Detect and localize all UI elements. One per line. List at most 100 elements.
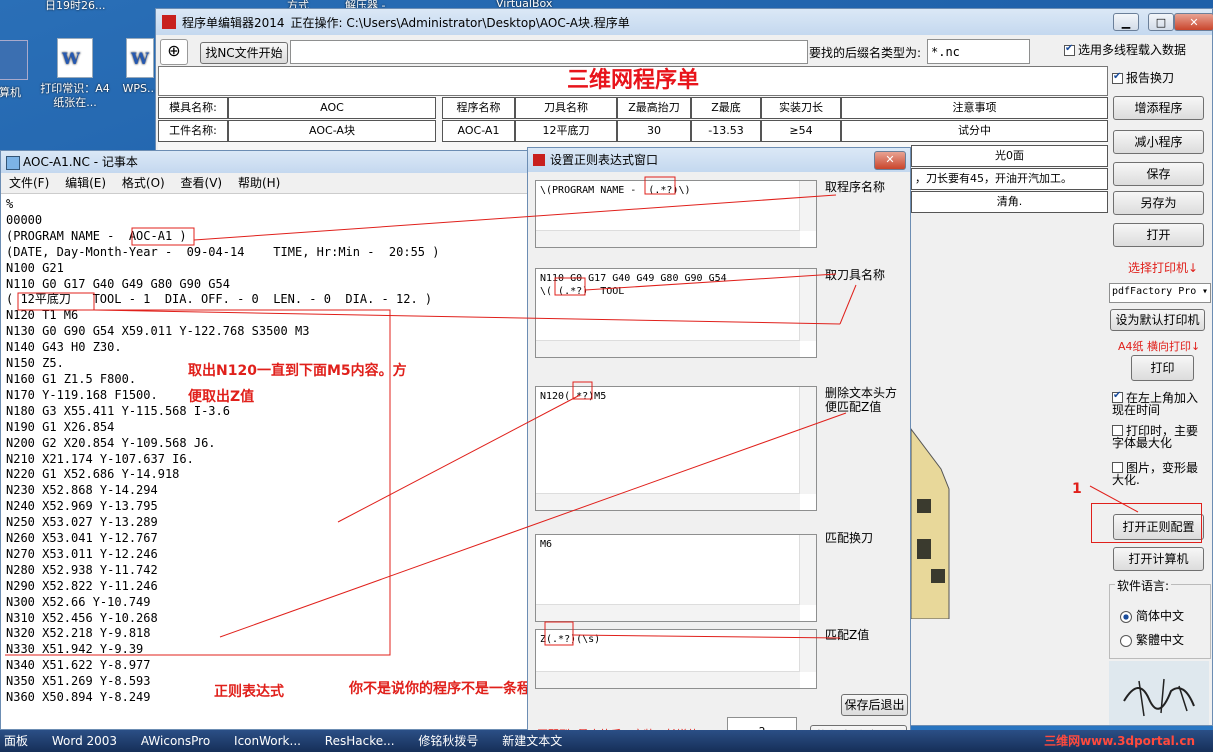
checkbox-label: 在左上角加入现在时间 xyxy=(1112,391,1199,417)
computer-icon xyxy=(0,40,28,80)
scrollbar[interactable] xyxy=(799,535,816,605)
wps-shortcut-icon: W xyxy=(126,38,154,78)
regex-text: M6 xyxy=(540,539,553,550)
cell-z-min[interactable]: -13.53 xyxy=(691,120,761,142)
crosshair-icon[interactable]: ⊕ xyxy=(160,39,188,65)
wps-doc-icon: W xyxy=(57,38,93,78)
checkbox-label: 图片，变形最大化. xyxy=(1112,461,1199,487)
scrollbar[interactable] xyxy=(536,230,800,247)
printer-select[interactable]: pdfFactory Pro ▾ xyxy=(1109,283,1211,303)
col-notes: 注意事项 xyxy=(841,97,1108,119)
col-tool-name: 刀具名称 xyxy=(515,97,617,119)
scrollbar[interactable] xyxy=(799,630,816,672)
maximize-button[interactable]: □ xyxy=(1148,13,1174,31)
dialog-app-icon xyxy=(533,154,545,166)
cell-z-max[interactable]: 30 xyxy=(617,120,691,142)
add-program-button[interactable]: 增添程序 xyxy=(1113,96,1204,120)
regex-tool-name-input[interactable]: N110 G0 G17 G40 G49 G80 G90 G54 \( (.*?)… xyxy=(535,268,817,358)
scrollbar[interactable] xyxy=(536,604,800,621)
operating-path: 正在操作: C:\Users\Administrator\Desktop\AOC… xyxy=(290,15,630,30)
printer-select-value: pdfFactory Pro xyxy=(1112,286,1197,297)
regex-strip-header-input[interactable]: N120(.*?)M5 xyxy=(535,386,817,511)
scrollbar[interactable] xyxy=(536,340,800,357)
nc-path-input[interactable] xyxy=(290,40,808,64)
scrollbar[interactable] xyxy=(536,493,800,510)
taskbar-item[interactable]: 修铭秋拨号 xyxy=(418,734,478,748)
image-max-checkbox[interactable]: 图片，变形最大化. xyxy=(1112,462,1207,486)
notepad-window: AOC-A1.NC - 记事本 文件(F) 编辑(E) 格式(O) 查看(V) … xyxy=(0,150,643,730)
save-as-button[interactable]: 另存为 xyxy=(1113,191,1204,215)
set-default-printer-button[interactable]: 设为默认打印机 xyxy=(1110,309,1205,331)
chevron-down-icon: ▾ xyxy=(1201,286,1208,297)
notepad-icon xyxy=(6,156,20,170)
checkbox-icon xyxy=(1112,71,1123,84)
cell-tool-length[interactable]: ≥54 xyxy=(761,120,841,142)
model-preview xyxy=(911,428,950,619)
report-tool-change-checkbox[interactable]: 报告换刀 xyxy=(1112,69,1174,86)
notepad-title: AOC-A1.NC - 记事本 xyxy=(23,155,138,169)
note-line-2[interactable]: ，刀长要有45，开油开汽加工。 xyxy=(911,168,1108,190)
col-z-min: Z最底 xyxy=(691,97,761,119)
part-label: 工件名称: xyxy=(158,120,228,142)
radio-label: 繁體中文 xyxy=(1136,633,1185,647)
menu-help[interactable]: 帮助(H) xyxy=(238,176,280,190)
note-line-1[interactable]: 光0面 xyxy=(911,145,1108,167)
menu-edit[interactable]: 编辑(E) xyxy=(65,176,106,190)
ext-input[interactable]: *.nc xyxy=(927,39,1030,64)
find-nc-button[interactable]: 找NC文件开始 xyxy=(200,42,288,64)
taskbar-item[interactable]: 新建文本文 xyxy=(502,734,562,748)
mold-value[interactable]: AOC xyxy=(228,97,436,119)
desktop-icon-label: WPS... xyxy=(122,82,158,95)
dialog-close-button[interactable]: ✕ xyxy=(874,151,906,170)
taskbar-item[interactable]: ResHacke... xyxy=(325,734,395,748)
regex-text: \(PROGRAM NAME - (.*?)\) xyxy=(540,185,691,196)
scrollbar[interactable] xyxy=(799,181,816,231)
regex-text: N120(.*?)M5 xyxy=(540,391,607,402)
regex-z-value-input[interactable]: Z(.*?)(\s) xyxy=(535,629,817,689)
taskbar-item[interactable]: IconWork... xyxy=(234,734,301,748)
open-calculator-button[interactable]: 打开计算机 xyxy=(1113,547,1204,571)
desktop-icon-computer[interactable]: 算机 xyxy=(0,40,30,100)
cell-tool-name[interactable]: 12平底刀 xyxy=(515,120,617,142)
regex-tool-change-input[interactable]: M6 xyxy=(535,534,817,622)
save-exit-button[interactable]: 保存后退出 xyxy=(841,694,908,716)
menu-view[interactable]: 查看(V) xyxy=(181,176,223,190)
number-annotation: 1 xyxy=(1072,481,1082,497)
taskbar-item[interactable]: 面板 xyxy=(4,734,28,748)
taskbar: 面板 Word 2003 AWiconsPro IconWork... ResH… xyxy=(0,730,1213,752)
print-button[interactable]: 打印 xyxy=(1131,355,1194,381)
close-button[interactable]: ✕ xyxy=(1174,13,1213,31)
label-tool-change: 匹配换刀 xyxy=(825,531,874,545)
checkbox-icon xyxy=(1112,390,1123,403)
annotation-extract-line2: 便取出Z值 xyxy=(188,389,255,405)
checkbox-icon xyxy=(1112,425,1123,436)
part-value[interactable]: AOC-A块 xyxy=(228,120,436,142)
highlight-box xyxy=(1091,503,1202,543)
save-button[interactable]: 保存 xyxy=(1113,162,1204,186)
lang-simplified-radio[interactable]: 简体中文 xyxy=(1120,607,1184,624)
taskbar-item[interactable]: Word 2003 xyxy=(52,734,117,748)
multithread-checkbox[interactable]: 选用多线程载入数据 xyxy=(1064,41,1186,58)
notepad-text[interactable]: % 00000 (PROGRAM NAME - AOC-A1 ) (DATE, … xyxy=(1,194,527,706)
open-button[interactable]: 打开 xyxy=(1113,223,1204,247)
scrollbar[interactable] xyxy=(536,671,800,688)
main-title-bar: 程序单编辑器2014 正在操作: C:\Users\Administrator\… xyxy=(156,9,1212,35)
menu-format[interactable]: 格式(O) xyxy=(122,176,165,190)
scrollbar[interactable] xyxy=(799,269,816,341)
add-time-checkbox[interactable]: 在左上角加入现在时间 xyxy=(1112,390,1207,417)
max-font-checkbox[interactable]: 打印时，主要字体最大化 xyxy=(1112,425,1207,449)
menu-file[interactable]: 文件(F) xyxy=(9,176,49,190)
regex-program-name-input[interactable]: \(PROGRAM NAME - (.*?)\) xyxy=(535,180,817,248)
remove-program-button[interactable]: 减小程序 xyxy=(1113,130,1204,154)
lang-traditional-radio[interactable]: 繁體中文 xyxy=(1120,631,1184,648)
label-tool-name: 取刀具名称 xyxy=(825,268,886,282)
taskbar-item[interactable]: AWiconsPro xyxy=(141,734,210,748)
desktop-icon-wps[interactable]: W WPS... xyxy=(120,38,160,95)
cell-program-name[interactable]: AOC-A1 xyxy=(442,120,515,142)
desktop-icon-wps-doc[interactable]: W 打印常识：A4纸张在... xyxy=(40,38,110,110)
scrollbar[interactable] xyxy=(799,387,816,494)
minimize-button[interactable]: ▁ xyxy=(1113,13,1139,31)
note-line-3[interactable]: 清角. xyxy=(911,191,1108,213)
cell-notes[interactable]: 试分中 xyxy=(841,120,1108,142)
a4-landscape-label: A4纸 横向打印↓ xyxy=(1118,340,1201,353)
